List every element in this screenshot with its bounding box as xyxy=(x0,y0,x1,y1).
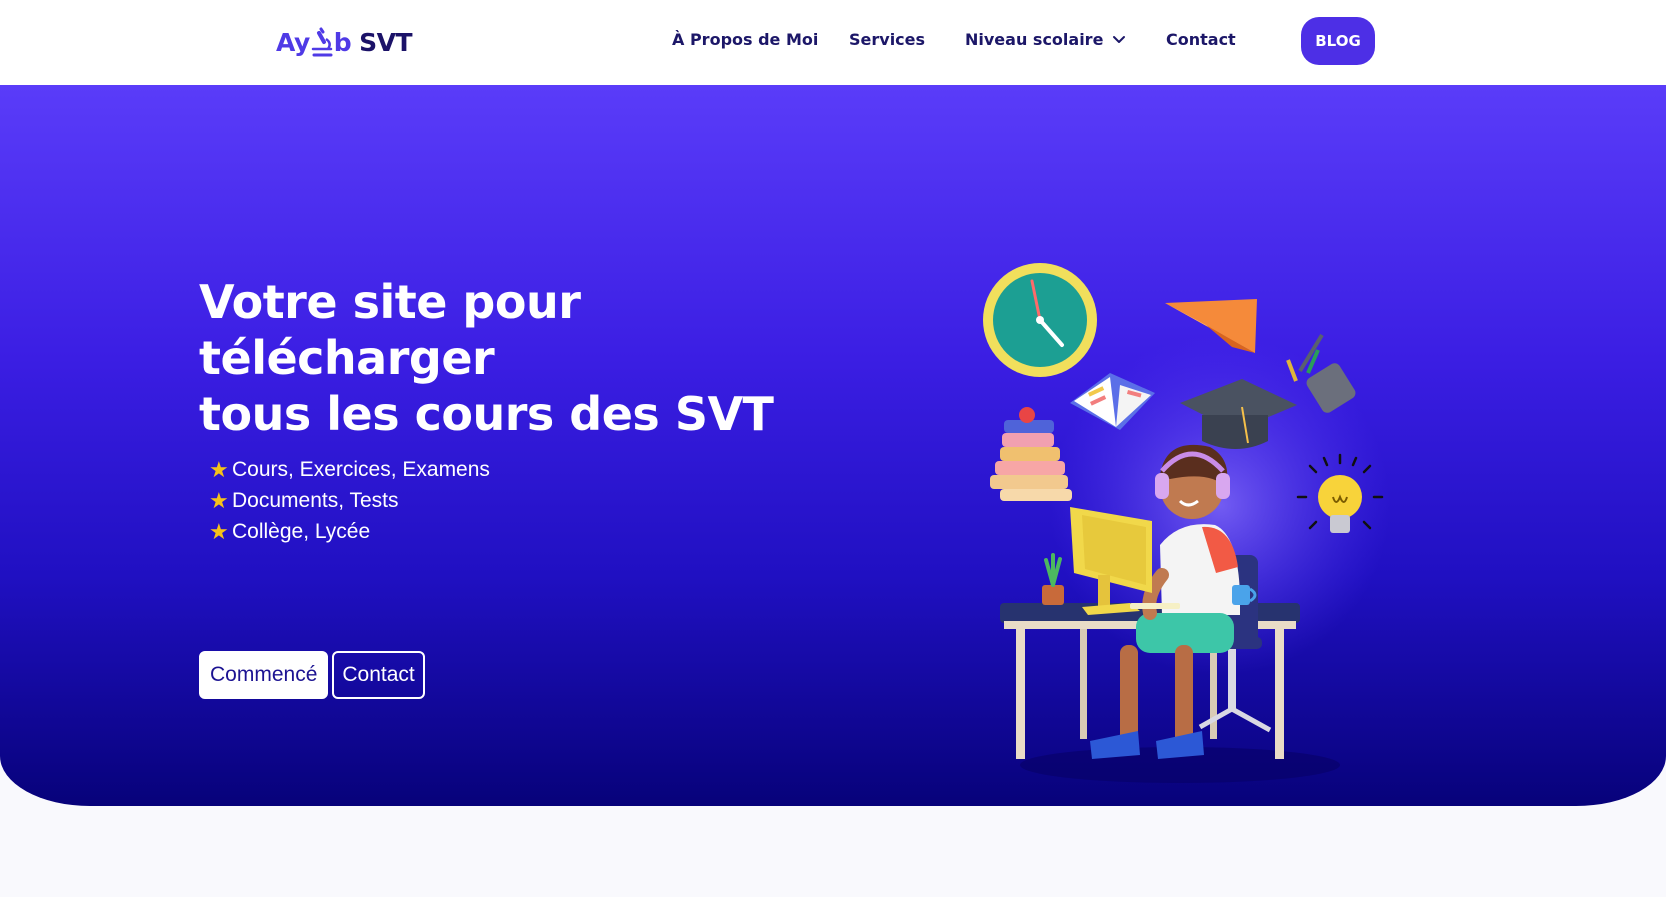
blog-button[interactable]: BLOG xyxy=(1301,17,1375,65)
nav-services[interactable]: Services xyxy=(849,30,925,49)
feature-text: Documents, Tests xyxy=(232,488,399,512)
nav-levels-dropdown[interactable]: Niveau scolaire xyxy=(965,30,1126,49)
feature-text: Collège, Lycée xyxy=(232,519,371,543)
contact-button[interactable]: Contact xyxy=(332,651,425,699)
top-navbar: Ay b SVT À Propos de Moi Services Niveau… xyxy=(0,0,1666,85)
feature-item: ★ Documents, Tests xyxy=(209,485,490,516)
nav-levels-label: Niveau scolaire xyxy=(965,30,1104,49)
nav-contact[interactable]: Contact xyxy=(1166,30,1236,49)
feature-list: ★ Cours, Exercices, Examens ★ Documents,… xyxy=(209,454,490,547)
star-icon: ★ xyxy=(209,518,229,544)
star-icon: ★ xyxy=(209,487,229,513)
books-stack-icon xyxy=(990,407,1072,501)
student-illustration xyxy=(983,263,1390,783)
chevron-down-icon xyxy=(1113,35,1126,43)
clock-icon xyxy=(983,263,1097,377)
logo-prefix: Ay xyxy=(276,27,310,57)
hero-buttons: Commencé Contact xyxy=(199,651,425,699)
hero-title-line-3: tous les cours des SVT xyxy=(199,387,774,441)
hero-title-line-2: télécharger xyxy=(199,331,495,385)
logo-suffix: b xyxy=(333,27,352,57)
hero-title-line-1: Votre site pour xyxy=(199,275,581,329)
nav-about[interactable]: À Propos de Moi xyxy=(672,30,818,49)
site-logo[interactable]: Ay b SVT xyxy=(276,22,413,62)
feature-text: Cours, Exercices, Examens xyxy=(232,457,490,481)
microscope-icon xyxy=(311,27,333,57)
hero-title: Votre site pour télécharger tous les cou… xyxy=(199,274,819,442)
star-icon: ★ xyxy=(209,456,229,482)
feature-item: ★ Cours, Exercices, Examens xyxy=(209,454,490,485)
plant-icon xyxy=(1042,553,1064,605)
start-button[interactable]: Commencé xyxy=(199,651,329,699)
logo-name: SVT xyxy=(359,27,413,57)
hero-section: Votre site pour télécharger tous les cou… xyxy=(0,85,1666,806)
feature-item: ★ Collège, Lycée xyxy=(209,516,490,547)
